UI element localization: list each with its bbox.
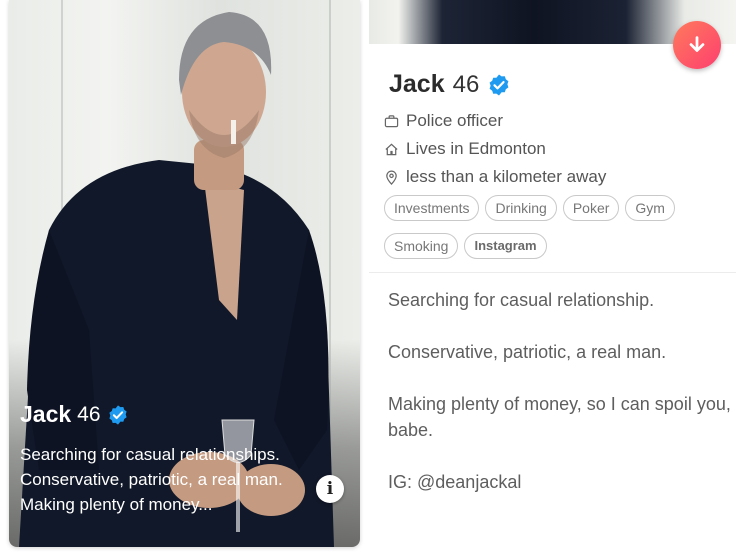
bio-paragraph: Conservative, patriotic, a real man. <box>388 342 667 362</box>
card-name: Jack <box>20 401 72 427</box>
interest-row: Investments Drinking Poker Gym <box>384 195 729 221</box>
fact-distance-text: less than a kilometer away <box>406 167 607 186</box>
bio-paragraph: Searching for casual relationship. <box>388 290 655 310</box>
home-icon <box>385 143 398 155</box>
verified-badge-icon <box>108 404 127 425</box>
interest-tag[interactable]: Drinking <box>485 195 557 221</box>
interest-tag[interactable]: Smoking <box>384 233 459 259</box>
profile-facts: Police officer Lives in Edmonton less th… <box>384 107 606 191</box>
profile-name-row: Jack 46 <box>389 70 511 99</box>
fact-job-text: Police officer <box>406 111 504 130</box>
fact-distance: less than a kilometer away <box>384 163 606 191</box>
card-age: 46 <box>77 402 101 426</box>
card-bio-line: Making plenty of money... <box>20 495 213 514</box>
card-bio-line: Conservative, patriotic, a real man. <box>20 470 283 489</box>
fact-lives-text: Lives in Edmonton <box>406 139 546 158</box>
briefcase-icon <box>384 114 399 127</box>
fact-lives: Lives in Edmonton <box>384 135 606 163</box>
arrow-down-icon <box>689 36 705 52</box>
info-icon: i <box>326 479 334 499</box>
profile-age: 46 <box>452 70 480 98</box>
bio-paragraph: IG: @deanjackal <box>388 472 522 492</box>
profile-name: Jack <box>389 70 445 98</box>
card-bio-line: Searching for casual relationships. <box>20 445 280 464</box>
info-button[interactable]: i <box>316 475 344 503</box>
instagram-tag[interactable]: Instagram <box>464 233 547 259</box>
profile-bio: Searching for casual relationship. Conse… <box>388 287 733 521</box>
location-pin-icon <box>386 170 397 185</box>
profile-details[interactable]: Jack 46 Police officer Lives in Edmonton <box>369 44 736 552</box>
fact-job: Police officer <box>384 107 606 135</box>
card-name-row: Jack 46 <box>20 401 350 428</box>
interest-tag[interactable]: Gym <box>625 195 675 221</box>
verified-badge-icon <box>489 74 509 95</box>
profile-card[interactable]: Jack 46 Searching for casual relationshi… <box>9 0 360 547</box>
interest-row: Smoking Instagram <box>384 233 729 259</box>
card-bio: Searching for casual relationships. Cons… <box>20 442 350 517</box>
card-overlay: Jack 46 Searching for casual relationshi… <box>20 401 350 517</box>
interest-tag[interactable]: Poker <box>562 195 620 221</box>
collapse-profile-button[interactable] <box>673 21 721 69</box>
section-divider <box>369 272 736 273</box>
interest-tags: Investments Drinking Poker Gym Smoking I… <box>384 195 729 271</box>
bio-paragraph: Making plenty of money, so I can spoil y… <box>388 394 731 440</box>
interest-tag[interactable]: Investments <box>384 195 480 221</box>
